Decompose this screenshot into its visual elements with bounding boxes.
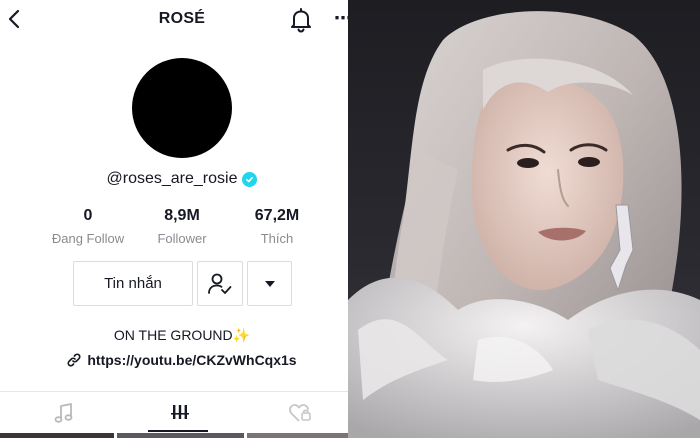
profile-bio: ON THE GROUND✨ [113,327,251,343]
video-thumbnail[interactable] [0,433,114,438]
tabs-divider [0,391,348,392]
music-note-icon [54,403,73,423]
tab-music[interactable] [6,395,122,431]
stat-followers[interactable]: 8,9M Follower [127,207,237,246]
bell-icon[interactable] [289,7,313,33]
stat-followers-label: Follower [157,231,207,246]
stat-followers-value: 8,9M [164,207,200,224]
message-button[interactable]: Tin nhắn [73,261,193,306]
stat-likes-value: 67,2M [254,207,300,224]
tab-liked[interactable] [242,395,348,431]
liked-heart-icon [289,404,311,422]
following-button[interactable] [197,261,243,306]
avatar[interactable] [132,58,232,158]
profile-link-text: https://youtu.be/CKZvWhCqx1s [87,352,297,368]
profile-panel: ROSÉ ⋯ @roses_are_rosie 0 Đang Follow 8,… [0,0,348,438]
username: @roses_are_rosie [106,170,238,187]
verified-badge-icon [242,171,258,187]
active-tab-indicator [148,430,208,432]
username-row: @roses_are_rosie [0,170,348,188]
suggested-accounts-dropdown[interactable] [247,261,292,306]
video-thumbnail[interactable] [247,433,348,438]
profile-link[interactable]: https://youtu.be/CKZvWhCqx1s [0,352,348,368]
stat-likes[interactable]: 67,2M Thích [222,207,332,246]
caret-down-icon [264,280,275,287]
tab-videos[interactable] [122,395,238,431]
grid-icon [171,405,189,419]
video-thumbnail[interactable] [117,433,244,438]
portrait-illustration [348,0,700,438]
portrait-photo [348,0,700,438]
link-icon [67,353,81,367]
user-check-icon [208,273,232,294]
stat-likes-label: Thích [260,231,294,246]
more-options-icon[interactable]: ⋯ [334,9,348,29]
